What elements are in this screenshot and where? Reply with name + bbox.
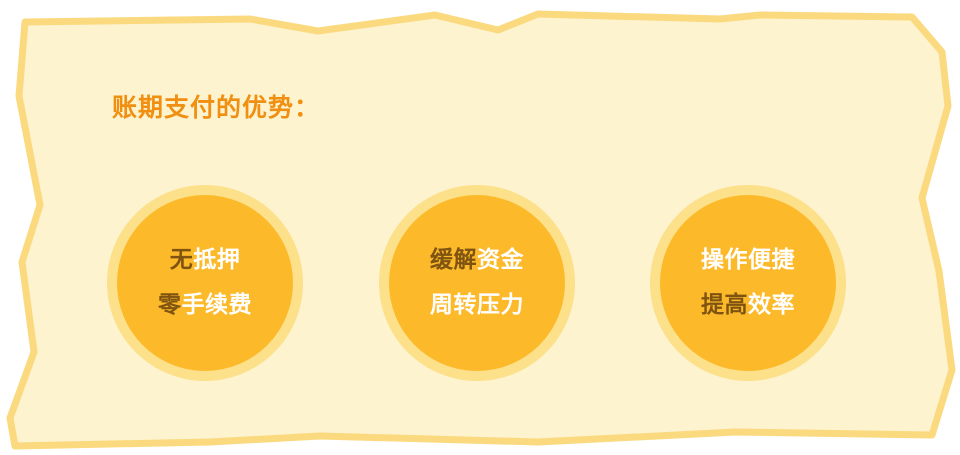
benefit-text-light: 周转压力: [430, 292, 524, 318]
benefit-badge-efficiency: 操作便捷 提高效率: [650, 185, 846, 381]
benefit-text-light: 手续费: [181, 292, 252, 318]
benefit-badge-no-collateral: 无抵押 零手续费: [107, 185, 303, 381]
benefit-line: 提高效率: [701, 283, 795, 328]
benefit-text-light: 抵押: [193, 247, 241, 273]
benefit-badge-inner: 缓解资金 周转压力: [389, 195, 565, 371]
benefit-line: 无抵押: [170, 238, 241, 283]
benefit-text-light: 操作便捷: [701, 247, 795, 273]
benefit-text-dark: 提高: [701, 292, 748, 318]
benefit-badge-inner: 操作便捷 提高效率: [660, 195, 836, 371]
benefit-text-dark: 缓解: [430, 247, 477, 273]
benefit-line: 周转压力: [430, 283, 524, 328]
benefit-badge-inner: 无抵押 零手续费: [117, 195, 293, 371]
benefit-text-dark: 零: [158, 292, 182, 318]
benefit-line: 操作便捷: [701, 238, 795, 283]
page-title: 账期支付的优势：: [112, 93, 321, 122]
benefit-text-dark: 无: [169, 247, 194, 273]
benefit-badge-cash-flow: 缓解资金 周转压力: [379, 185, 575, 381]
benefit-line: 零手续费: [158, 283, 252, 328]
benefit-text-light: 效率: [748, 292, 795, 318]
benefit-text-light: 资金: [477, 247, 524, 273]
benefit-line: 缓解资金: [430, 238, 524, 283]
